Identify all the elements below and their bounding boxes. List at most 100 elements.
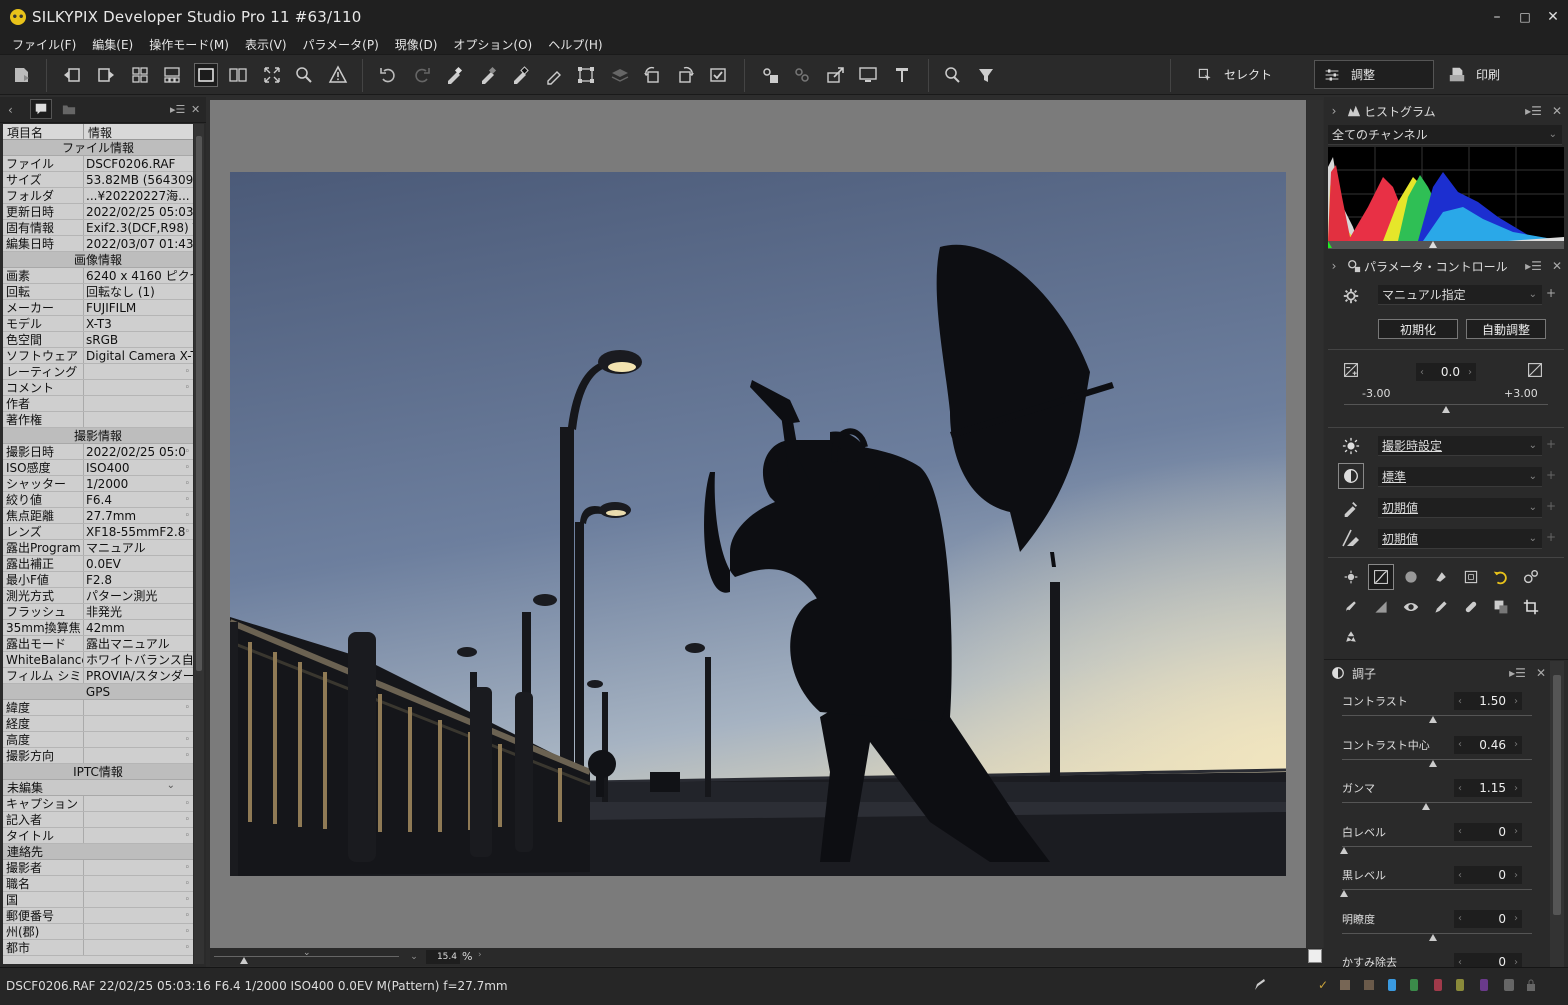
- tone-param-spin[interactable]: ‹ 0 ›: [1454, 909, 1522, 928]
- info-section-header[interactable]: GPS: [3, 684, 193, 700]
- info-row[interactable]: 都市 ◦: [3, 940, 193, 956]
- decrease-icon[interactable]: ‹: [1454, 870, 1466, 881]
- increase-icon[interactable]: ›: [1510, 957, 1522, 968]
- exposure-auto-icon[interactable]: [1524, 359, 1546, 381]
- info-tab-icon[interactable]: [30, 99, 52, 119]
- display-icon[interactable]: [856, 63, 880, 87]
- filter-icon[interactable]: [974, 63, 998, 87]
- info-row[interactable]: 更新日時 2022/02/25 05:03:: [3, 204, 193, 220]
- param-close-icon[interactable]: ✕: [1552, 259, 1562, 273]
- info-row[interactable]: フラッシュ 非発光: [3, 604, 193, 620]
- label-blue-icon[interactable]: [1388, 979, 1396, 991]
- tone-param-slider-knob[interactable]: [1421, 803, 1430, 810]
- transform-icon[interactable]: [574, 63, 598, 87]
- param-expand-icon[interactable]: ›: [1324, 259, 1344, 273]
- info-row[interactable]: タイトル ◦: [3, 828, 193, 844]
- pen-tool-icon[interactable]: [1430, 596, 1452, 618]
- edit-marker-icon[interactable]: ◦: [185, 812, 190, 827]
- tone-param-spin[interactable]: ‹ 1.50 ›: [1454, 692, 1522, 710]
- info-row[interactable]: シャッター 1/2000 ◦: [3, 476, 193, 492]
- sharpness-add-icon[interactable]: +: [1546, 499, 1556, 513]
- tone-param-slider-knob[interactable]: [1429, 933, 1438, 941]
- menu-file[interactable]: ファイル(F): [12, 36, 76, 53]
- gear-multi-icon[interactable]: [1520, 566, 1542, 588]
- histogram-expand-icon[interactable]: ›: [1324, 104, 1344, 118]
- auto-adjust-button[interactable]: 自動調整: [1466, 319, 1546, 339]
- edit-marker-icon[interactable]: ◦: [185, 908, 190, 923]
- histogram-header[interactable]: › ヒストグラム ▸☰ ✕: [1324, 99, 1568, 123]
- preset-add-icon[interactable]: +: [1546, 286, 1556, 300]
- info-row[interactable]: 撮影方向 ◦: [3, 748, 193, 764]
- info-row[interactable]: 著作権: [3, 412, 193, 428]
- info-section-header[interactable]: 画像情報: [3, 252, 193, 268]
- label-yellow-icon[interactable]: [1456, 979, 1464, 991]
- eye-tool-icon[interactable]: [1400, 596, 1422, 618]
- histogram-channel-select[interactable]: 全てのチャンネル ⌄: [1328, 125, 1562, 145]
- layers-icon[interactable]: [608, 63, 632, 87]
- gradient-tool-icon[interactable]: [1370, 596, 1392, 618]
- info-row[interactable]: 州(郡) ◦: [3, 924, 193, 940]
- edit-marker-icon[interactable]: ◦: [185, 524, 190, 539]
- crop-frame-icon[interactable]: [1460, 566, 1482, 588]
- decrease-icon[interactable]: ‹: [1454, 826, 1466, 837]
- maximize-button[interactable]: □: [1510, 0, 1540, 34]
- menu-edit[interactable]: 編集(E): [92, 36, 133, 53]
- edit-marker-icon[interactable]: ◦: [185, 732, 190, 747]
- bandage-tool-icon[interactable]: [1460, 596, 1482, 618]
- info-row[interactable]: 最小F値 F2.8: [3, 572, 193, 588]
- edit-marker-icon[interactable]: ◦: [185, 940, 190, 955]
- rating-icon[interactable]: [1340, 980, 1350, 990]
- col-value-header[interactable]: 情報: [84, 124, 112, 140]
- info-row[interactable]: 絞り値 F6.4 ◦: [3, 492, 193, 508]
- tone-icon[interactable]: [1338, 463, 1364, 489]
- info-row[interactable]: キャプション ◦: [3, 796, 193, 812]
- collapse-left-icon[interactable]: ‹: [8, 103, 13, 117]
- label-red-icon[interactable]: [1434, 979, 1442, 991]
- navigator-toggle-icon[interactable]: [1308, 949, 1322, 963]
- info-row[interactable]: ソフトウェア Digital Camera X-T: [3, 348, 193, 364]
- zoom-slider-knob[interactable]: [240, 957, 248, 964]
- tone-add-icon[interactable]: +: [1546, 468, 1556, 482]
- tone-param-slider-track[interactable]: [1342, 845, 1532, 847]
- decrease-icon[interactable]: ‹: [1454, 913, 1466, 924]
- gear-icon[interactable]: [1340, 285, 1362, 307]
- fullscreen-icon[interactable]: [260, 63, 284, 87]
- wb-tool-icon[interactable]: [1340, 566, 1362, 588]
- tone-scrollbar[interactable]: [1550, 661, 1564, 967]
- fill-tool-icon[interactable]: [1430, 566, 1452, 588]
- tone-select[interactable]: 標準 ⌄: [1378, 467, 1542, 487]
- iptc-status-select[interactable]: 未編集 ⌄: [3, 780, 193, 796]
- info-row[interactable]: フォルダ ...¥20220227海...: [3, 188, 193, 204]
- info-row[interactable]: サイズ 53.82MB (5643091: [3, 172, 193, 188]
- label-gray-icon[interactable]: [1504, 979, 1514, 991]
- exposure-increase-icon[interactable]: ›: [1464, 367, 1476, 378]
- edit-marker-icon[interactable]: ◦: [185, 748, 190, 763]
- info-row[interactable]: 撮影者 ◦: [3, 860, 193, 876]
- label-green-icon[interactable]: [1410, 979, 1418, 991]
- wb-select[interactable]: 撮影時設定 ⌄: [1378, 436, 1542, 456]
- edit-marker-icon[interactable]: ◦: [185, 924, 190, 939]
- info-row[interactable]: 緯度 ◦: [3, 700, 193, 716]
- redo-icon[interactable]: [410, 63, 434, 87]
- color-tool-icon[interactable]: [1400, 566, 1422, 588]
- info-row[interactable]: WhiteBalanceホワイトバランス自動: [3, 652, 193, 668]
- info-row[interactable]: 35mm換算焦 42mm: [3, 620, 193, 636]
- minimize-button[interactable]: –: [1482, 0, 1512, 34]
- increase-icon[interactable]: ›: [1510, 826, 1522, 837]
- wb-add-icon[interactable]: +: [1546, 437, 1556, 451]
- info-row[interactable]: 焦点距離 27.7mm ◦: [3, 508, 193, 524]
- info-section-header[interactable]: IPTC情報: [3, 764, 193, 780]
- initialize-button[interactable]: 初期化: [1378, 319, 1458, 339]
- info-row[interactable]: 作者: [3, 396, 193, 412]
- info-row[interactable]: 画素6240 x 4160 ピクセル: [3, 268, 193, 284]
- edit-marker-icon[interactable]: ◦: [185, 860, 190, 875]
- info-row[interactable]: 露出モード 露出マニュアル: [3, 636, 193, 652]
- mask-tool-icon[interactable]: [1490, 596, 1512, 618]
- pipette-wb-icon[interactable]: [442, 63, 466, 87]
- tone-param-spin[interactable]: ‹ 0.46 ›: [1454, 735, 1522, 754]
- menu-option[interactable]: オプション(O): [453, 36, 532, 53]
- param-control-header[interactable]: › パラメータ・コントロール ▸☰ ✕: [1324, 254, 1568, 278]
- edit-marker-icon[interactable]: ◦: [185, 460, 190, 475]
- tag-icon[interactable]: [1364, 980, 1374, 990]
- info-row[interactable]: 記入者 ◦: [3, 812, 193, 828]
